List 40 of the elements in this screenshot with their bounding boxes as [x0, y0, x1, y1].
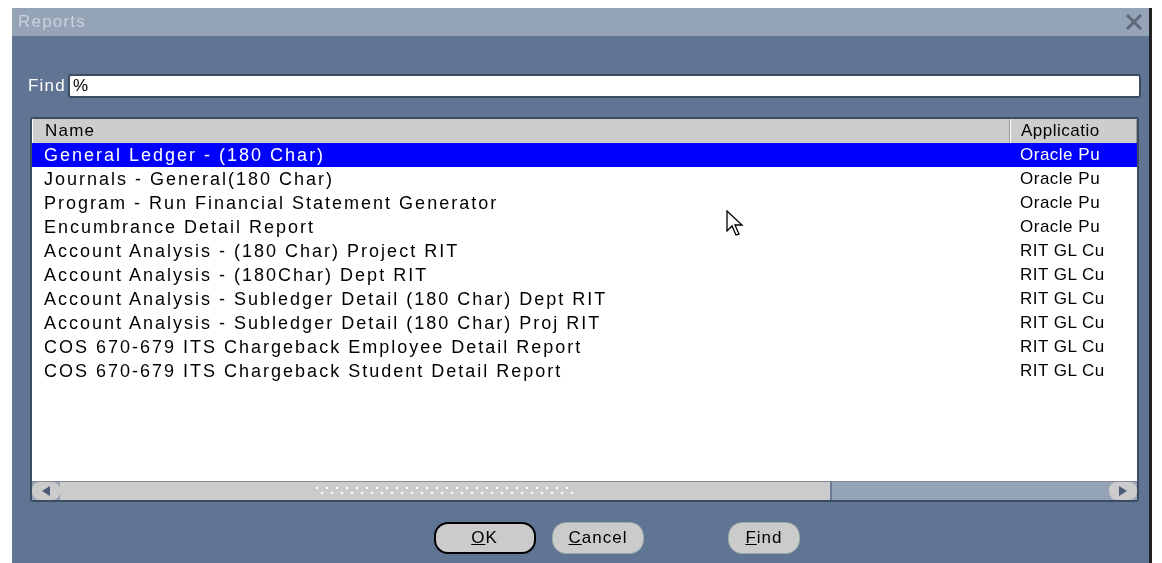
table-row[interactable]: Account Analysis - Subledger Detail (180 Char) Proj RIT RIT GL Cu	[32, 311, 1137, 335]
scroll-thumb[interactable]	[60, 482, 832, 500]
table-cell: Encumbrance Detail Report	[44, 216, 316, 237]
scroll-right-icon[interactable]	[1109, 482, 1137, 500]
table-cell-text: RIT GL Cu	[1019, 241, 1106, 261]
table-cell-text: RIT GL Cu	[1019, 337, 1106, 357]
table-row[interactable]: Journals - General(180 Char) Oracle Pu	[32, 167, 1137, 191]
table-cell-text: Oracle Pu	[1019, 145, 1102, 165]
table-row[interactable]: Account Analysis - Subledger Detail (180 Char) Dept RIT RIT GL Cu	[32, 287, 1137, 311]
table-cell-text: Oracle Pu	[1019, 193, 1102, 213]
horizontal-scrollbar[interactable]	[32, 481, 1137, 500]
table-row[interactable]: COS 670-679 ITS Chargeback Employee Detail Report RIT GL Cu	[32, 335, 1137, 359]
find-button[interactable]: Find	[728, 522, 800, 554]
table-cell: COS 670-679 ITS Chargeback Employee Detail Report	[44, 336, 583, 357]
table-cell: General Ledger - (180 Char)	[44, 144, 326, 165]
table-cell: Account Analysis - Subledger Detail (180 Char) Proj RIT	[44, 312, 602, 333]
table-cell: Program - Run Financial Statement Generator	[44, 192, 499, 213]
table-cell: Account Analysis - (180Char) Dept RIT	[44, 264, 429, 285]
ok-button[interactable]: OK	[433, 522, 536, 554]
table-cell: Account Analysis - Subledger Detail (180 Char) Dept RIT	[44, 288, 608, 309]
table-cell-text: RIT GL Cu	[1019, 313, 1106, 333]
close-icon[interactable]	[1125, 14, 1143, 30]
table-cell-text: RIT GL Cu	[1019, 289, 1106, 309]
table-cell-text: RIT GL Cu	[1019, 361, 1106, 381]
table-row[interactable]: Account Analysis - (180Char) Dept RIT RIT GL Cu	[32, 263, 1137, 287]
table-cell: Account Analysis - (180 Char) Project RIT	[44, 240, 460, 261]
scroll-left-icon[interactable]	[32, 482, 60, 500]
table-row[interactable]: Account Analysis - (180 Char) Project RIT RIT GL Cu	[32, 239, 1137, 263]
table-row[interactable]: COS 670-679 ITS Chargeback Student Detail Report RIT GL Cu	[32, 359, 1137, 383]
table-cell: Journals - General(180 Char)	[44, 168, 335, 189]
find-field[interactable]: %	[67, 74, 1141, 98]
selected-row[interactable]: General Ledger - (180 Char) Oracle Pu	[32, 143, 1137, 167]
cancel-button[interactable]: Cancel	[551, 522, 645, 554]
find-label: Find	[28, 76, 66, 96]
table-cell-text: Oracle Pu	[1019, 217, 1102, 237]
table-cell-text: Oracle Pu	[1019, 169, 1102, 189]
table-row[interactable]: Program - Run Financial Statement Generator Oracle Pu	[32, 191, 1137, 215]
table-cell: COS 670-679 ITS Chargeback Student Detail Report	[44, 360, 563, 381]
table-row[interactable]: Encumbrance Detail Report Oracle Pu	[32, 215, 1137, 239]
table-cell-text: RIT GL Cu	[1019, 265, 1106, 285]
